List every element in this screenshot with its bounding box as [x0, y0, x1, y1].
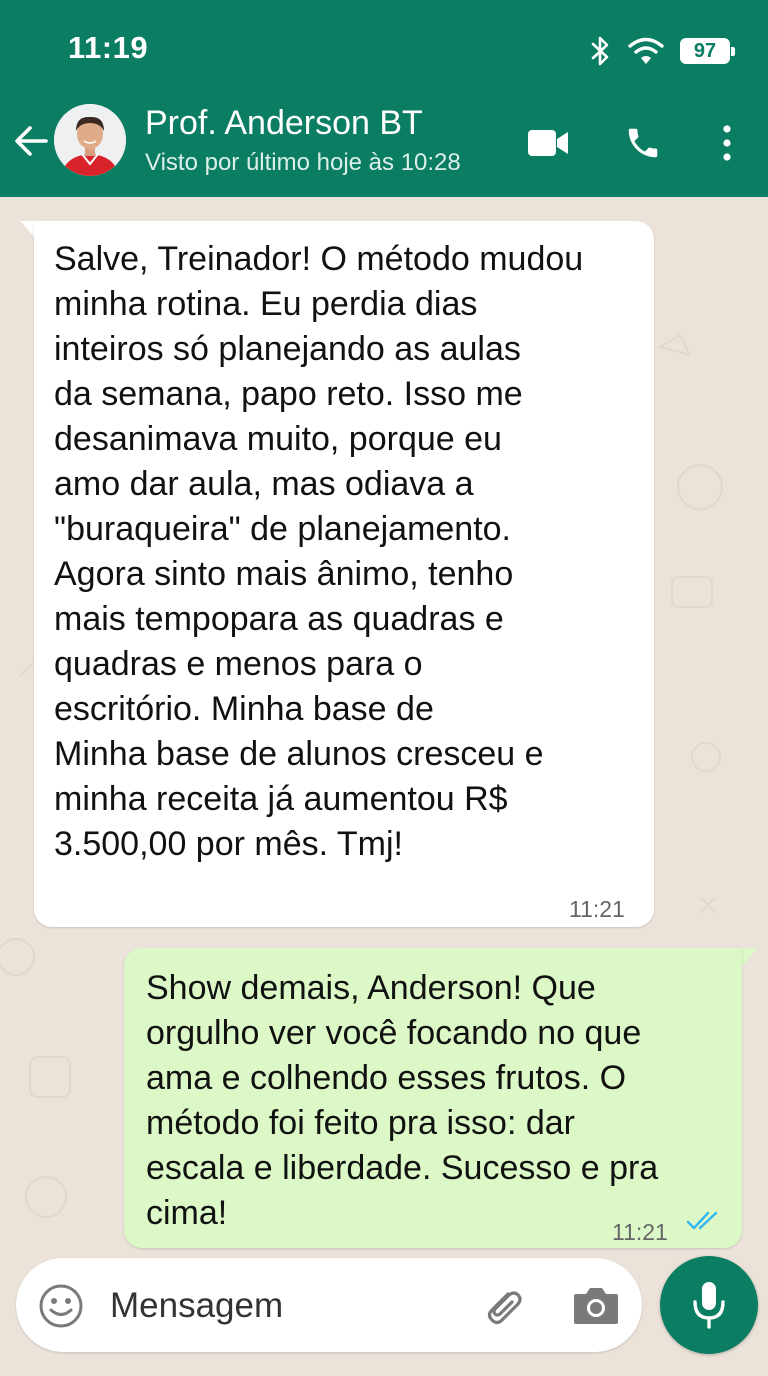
avatar[interactable]	[54, 104, 126, 176]
message-line: desanimava muito, porque eu	[54, 420, 502, 458]
message-line: minha receita já aumentou R$	[54, 780, 508, 818]
incoming-message-bubble[interactable]: Salve, Treinador! O método mudou minha r…	[34, 221, 654, 927]
last-seen-status: Visto por último hoje às 10:28	[145, 149, 461, 176]
message-line: inteiros só planejando as aulas	[54, 330, 521, 368]
status-bar-time: 11:19	[68, 30, 149, 65]
status-bar-icons: 97	[590, 34, 735, 68]
message-line: escritório. Minha base de	[54, 690, 434, 728]
message-line: Salve, Treinador! O método mudou	[54, 240, 584, 278]
outgoing-bubble-tail	[742, 948, 758, 966]
message-line: quadras e menos para o	[54, 645, 423, 683]
voice-record-button[interactable]	[660, 1256, 758, 1354]
message-line: escala e liberdade. Sucesso e pra	[146, 1149, 659, 1187]
mic-icon	[693, 1282, 725, 1329]
message-line: orgulho ver você focando no que	[146, 1014, 642, 1052]
message-input-bar[interactable]: Mensagem	[16, 1258, 642, 1352]
avatar-photo	[54, 104, 126, 176]
message-timestamp: 11:21	[569, 896, 625, 922]
message-line: método foi feito pra isso: dar	[146, 1104, 576, 1142]
message-line: amo dar aula, mas odiava a	[54, 465, 474, 503]
message-line: Agora sinto mais ânimo, tenho	[54, 555, 514, 593]
contact-name[interactable]: Prof. Anderson BT	[145, 104, 423, 143]
back-arrow-icon[interactable]	[12, 120, 50, 162]
message-line: Show demais, Anderson! Que	[146, 969, 596, 1007]
bluetooth-icon	[591, 36, 609, 66]
message-line: mais tempopara as quadras e	[54, 600, 504, 638]
camera-icon[interactable]	[572, 1284, 620, 1326]
emoji-icon[interactable]	[38, 1283, 84, 1329]
message-line: "buraqueira" de planejamento.	[54, 510, 512, 548]
message-line: da semana, papo reto. Isso me	[54, 375, 523, 413]
outgoing-message-bubble[interactable]: Show demais, Anderson! Que orgulho ver v…	[124, 948, 742, 1248]
chat-header: 11:19 97 Prof. Anderson BT Visto por últ…	[0, 0, 768, 197]
phone-icon[interactable]	[624, 124, 662, 162]
message-line: cima!	[146, 1194, 228, 1232]
video-call-icon[interactable]	[527, 128, 569, 158]
attach-icon[interactable]	[478, 1282, 526, 1330]
message-line: Minha base de alunos cresceu e	[54, 735, 544, 773]
message-timestamp: 11:21	[612, 1219, 668, 1245]
message-line: ama e colhendo esses frutos. O	[146, 1059, 627, 1097]
message-line: minha rotina. Eu perdia dias	[54, 285, 478, 323]
message-input[interactable]: Mensagem	[110, 1286, 283, 1326]
more-options-icon[interactable]	[718, 124, 736, 162]
wifi-icon	[628, 37, 664, 64]
battery-icon: 97	[680, 38, 735, 64]
read-ticks-icon	[686, 1211, 718, 1230]
message-line: 3.500,00 por mês. Tmj!	[54, 825, 403, 863]
